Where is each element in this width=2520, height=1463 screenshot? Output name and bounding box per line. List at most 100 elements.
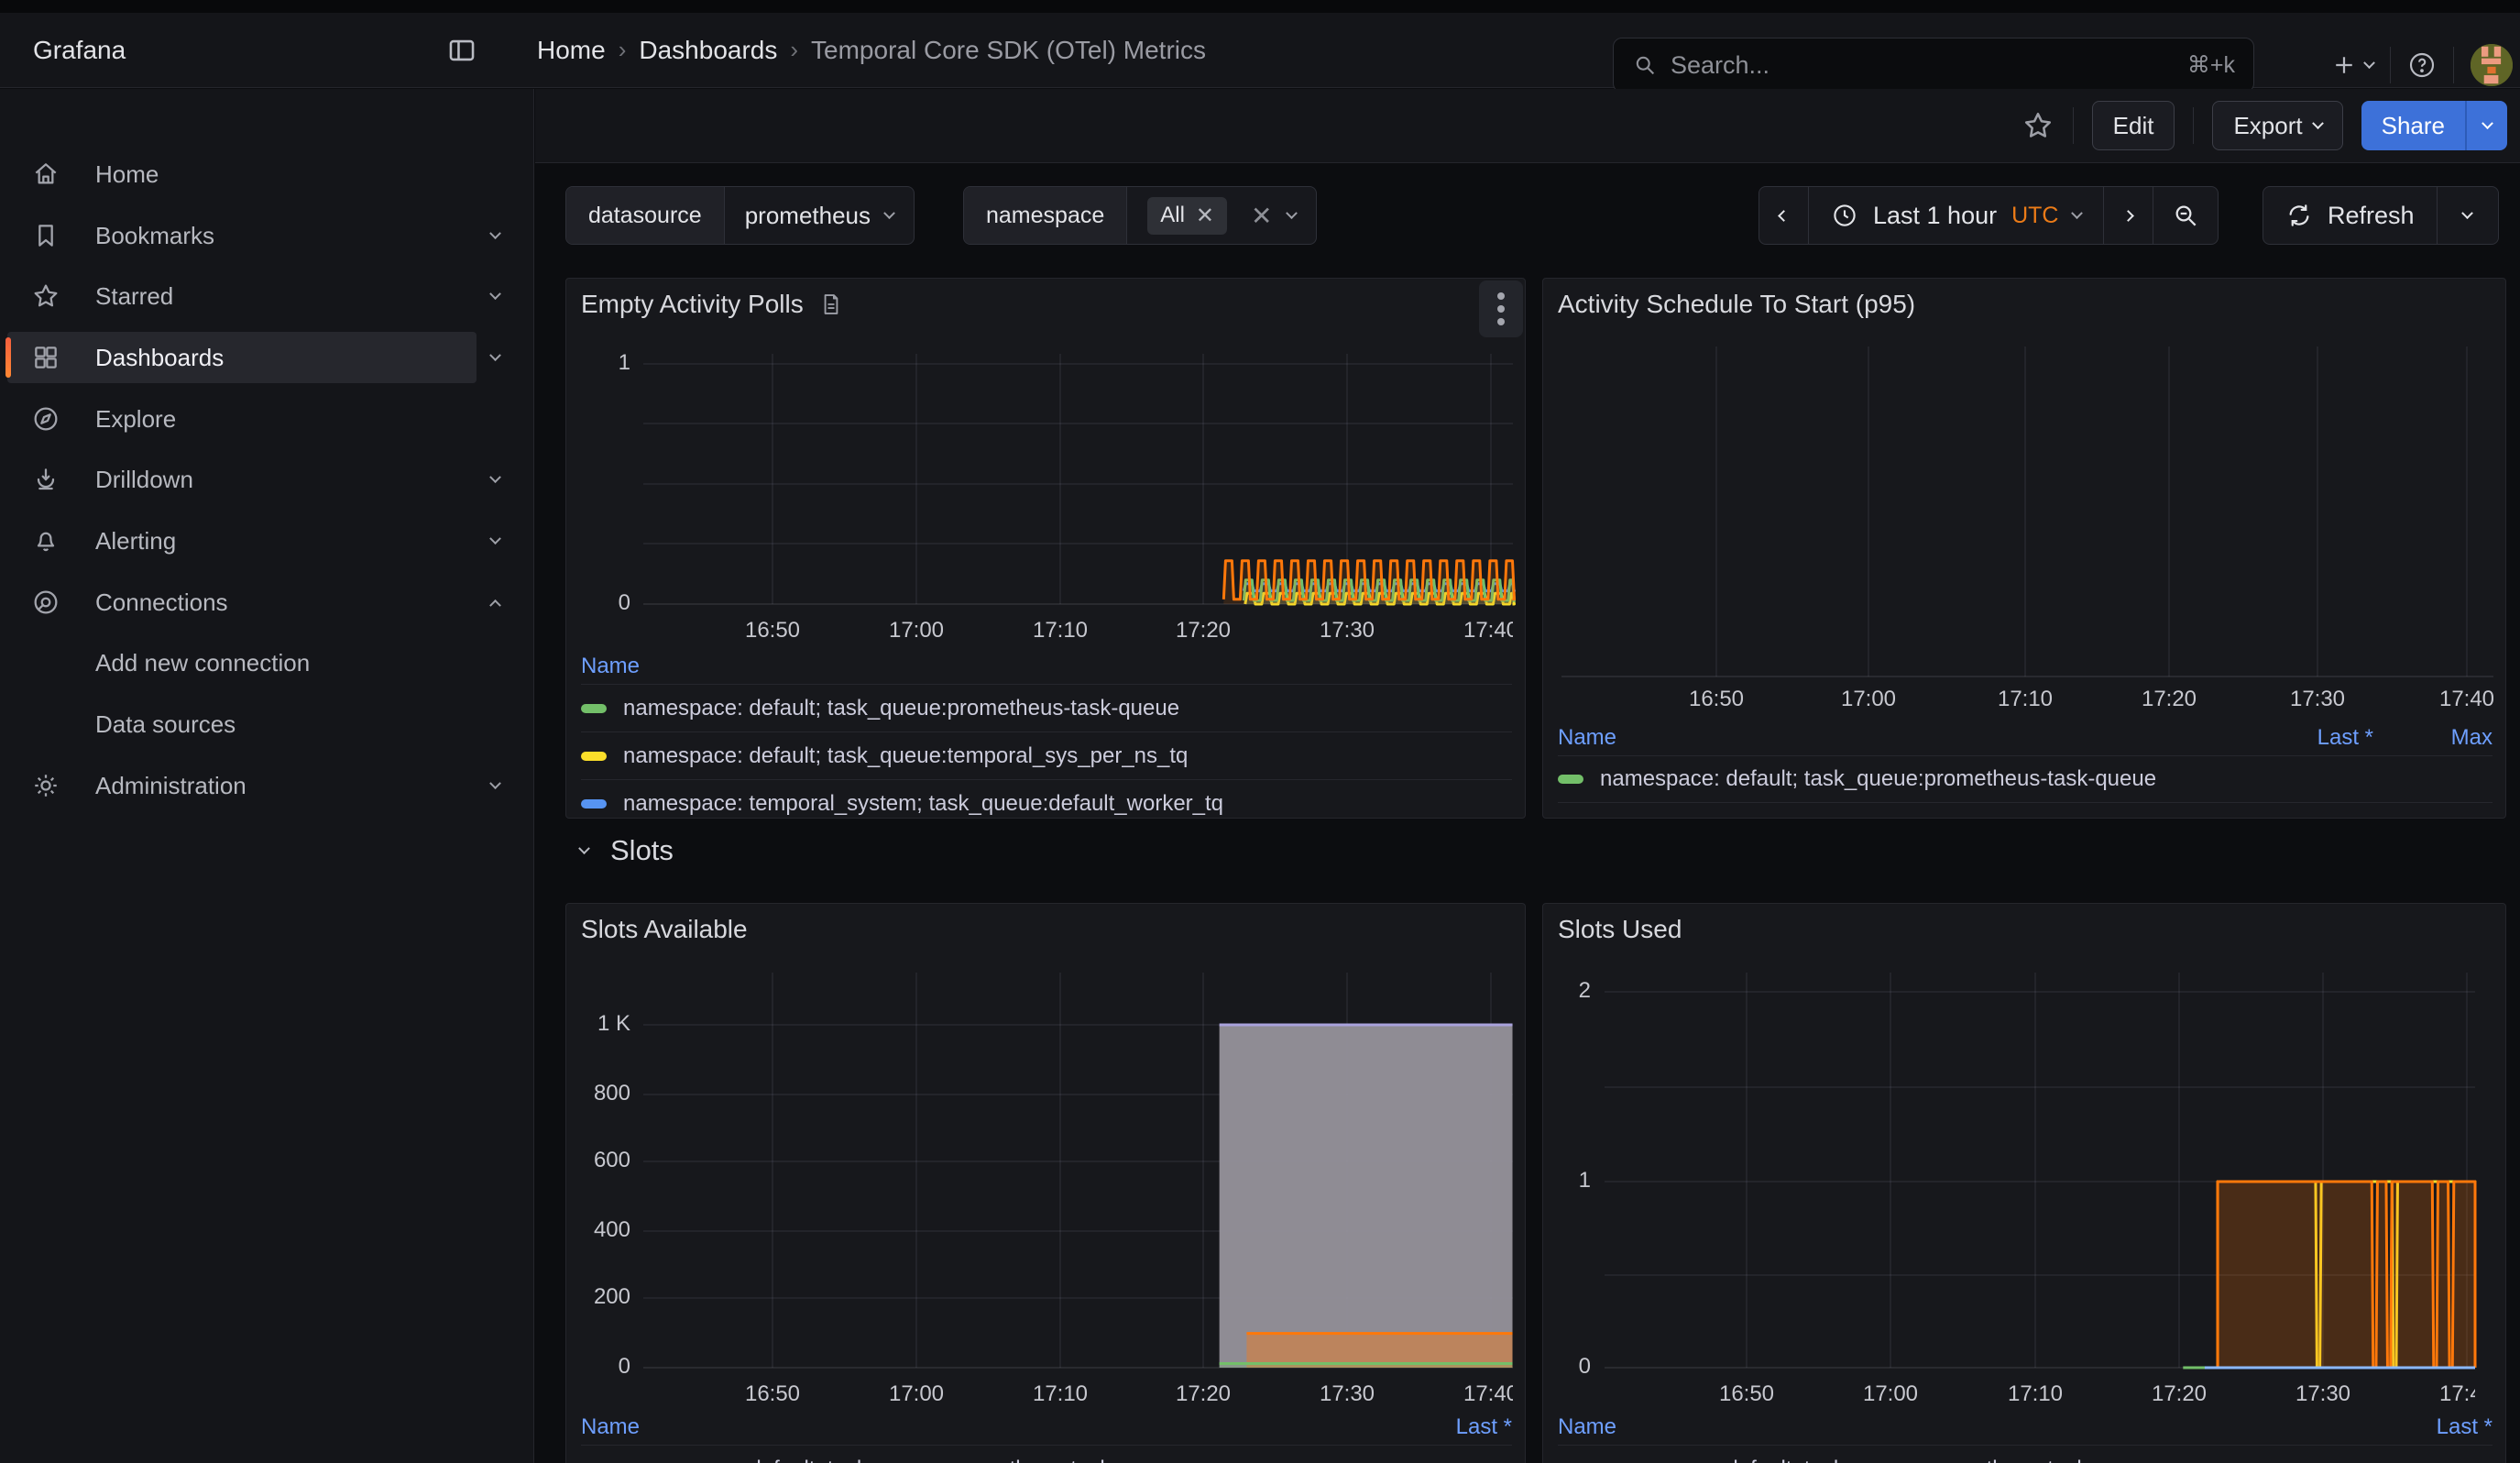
sidebar-item-label: Dashboards	[95, 344, 224, 372]
add-button[interactable]	[2330, 51, 2373, 79]
panel-empty-activity-polls: Empty Activity Polls 1 0 16:50 17:00 17:…	[565, 278, 1526, 819]
x-axis-tick: 16:50	[1719, 1381, 1774, 1407]
time-shift-back-button[interactable]	[1759, 187, 1809, 244]
chevron-up-icon[interactable]	[477, 584, 513, 621]
legend-column-last[interactable]: Last *	[1393, 1414, 1512, 1440]
gear-icon	[29, 769, 62, 802]
favorite-star-button[interactable]	[2021, 109, 2054, 142]
legend-column-last[interactable]: Last *	[2254, 725, 2373, 751]
legend-header: Name Last * Max	[1558, 720, 2493, 755]
app-name: Grafana	[33, 36, 126, 65]
row-slots[interactable]: Slots	[580, 834, 674, 867]
plus-icon	[2330, 51, 2358, 79]
sidebar-item-alerting[interactable]: Alerting	[7, 515, 477, 566]
sidebar-item-explore[interactable]: Explore	[7, 393, 477, 445]
slots-available-chart[interactable]	[566, 904, 1526, 1463]
sidebar-item-label: Bookmarks	[95, 222, 214, 250]
panel-menu-button[interactable]	[1479, 280, 1523, 337]
namespace-value: All	[1160, 203, 1185, 228]
sidebar-toggle-icon[interactable]	[446, 30, 477, 71]
search-box[interactable]: ⌘+k	[1613, 38, 2254, 93]
legend-column-last[interactable]: Last *	[2373, 1414, 2493, 1440]
sidebar-item-label: Alerting	[95, 527, 176, 556]
legend-column-name[interactable]: Name	[1558, 1414, 2373, 1440]
remove-value-icon[interactable]: ✕	[1196, 203, 1214, 229]
panel-title[interactable]: Activity Schedule To Start (p95)	[1558, 290, 1915, 319]
legend-column-name[interactable]: Name	[1558, 725, 2254, 751]
chevron-down-icon	[2482, 117, 2493, 129]
panel-slots-available: Slots Available 1 K 800 600 400 200 0 16…	[565, 903, 1526, 1463]
y-axis-tick: 400	[566, 1217, 630, 1243]
chevron-down-icon[interactable]	[477, 767, 513, 804]
panel-description-icon[interactable]	[818, 292, 844, 317]
x-axis-tick: 16:50	[745, 1381, 800, 1407]
help-icon	[2407, 50, 2437, 80]
namespace-picker[interactable]: All ✕ ✕	[1127, 187, 1315, 244]
sidebar-item-starred[interactable]: Starred	[7, 270, 477, 322]
legend-row[interactable]: namespace: default; task_queue:prometheu…	[581, 684, 1512, 732]
chevron-down-icon	[2363, 57, 2375, 69]
legend-row[interactable]: namespace: default; task_queue:prometheu…	[581, 1445, 1512, 1463]
time-shift-forward-button[interactable]	[2104, 187, 2153, 244]
namespace-label: namespace	[964, 187, 1127, 244]
legend-row[interactable]: namespace: temporal_system; task_queue:d…	[581, 779, 1512, 819]
datasource-picker[interactable]: prometheus	[725, 187, 914, 244]
legend-row[interactable]: namespace: default; task_queue:temporal_…	[581, 732, 1512, 779]
x-axis-tick: 17:00	[1841, 687, 1896, 712]
chevron-down-icon[interactable]	[477, 217, 513, 254]
sidebar-item-dashboards[interactable]: Dashboards	[7, 332, 477, 383]
legend-column-max[interactable]: Max	[2373, 725, 2493, 751]
sidebar-item-drilldown[interactable]: Drilldown	[7, 454, 477, 505]
y-axis-tick: 0	[1542, 1354, 1591, 1380]
sidebar-item-label: Explore	[95, 405, 176, 434]
panel-title[interactable]: Slots Available	[581, 915, 748, 944]
legend-column-name[interactable]: Name	[581, 1414, 1393, 1440]
chevron-down-icon[interactable]	[477, 461, 513, 498]
search-input[interactable]	[1671, 51, 2175, 80]
apps-grid-icon	[29, 341, 62, 374]
export-button[interactable]: Export	[2212, 101, 2342, 150]
dashboard-action-bar: Edit Export Share	[535, 89, 2520, 163]
series-name: namespace: default; task_queue:temporal_…	[623, 743, 1512, 769]
edit-button[interactable]: Edit	[2092, 101, 2175, 150]
sidebar-item-home[interactable]: Home	[7, 148, 477, 200]
chevron-down-icon[interactable]	[477, 339, 513, 376]
sidebar-item-connections[interactable]: Connections	[7, 577, 477, 628]
y-axis-tick: 0	[566, 1354, 630, 1380]
chevron-down-icon	[578, 842, 590, 854]
user-avatar[interactable]	[2471, 44, 2513, 86]
help-button[interactable]	[2407, 50, 2437, 80]
refresh-button[interactable]: Refresh	[2263, 187, 2438, 244]
legend-header: Name Last *	[581, 1410, 1512, 1445]
legend-row[interactable]: namespace: default; task_queue:prometheu…	[1558, 1445, 2493, 1463]
y-axis-tick: 2	[1542, 978, 1591, 1004]
legend-row[interactable]: namespace: default; task_queue:prometheu…	[1558, 755, 2493, 803]
sidebar-item-label: Data sources	[95, 710, 236, 739]
zoom-out-button[interactable]	[2153, 187, 2218, 244]
panel-title[interactable]: Slots Used	[1558, 915, 1682, 944]
time-range-picker[interactable]: Last 1 hour UTC	[1809, 187, 2104, 244]
legend-column-name[interactable]: Name	[581, 654, 1512, 679]
breadcrumb-dashboards[interactable]: Dashboards	[639, 36, 777, 65]
chevron-down-icon[interactable]	[477, 522, 513, 559]
chevron-left-icon	[1778, 210, 1790, 222]
chevron-down-icon[interactable]	[477, 278, 513, 314]
x-axis-tick: 17:40	[2439, 1381, 2475, 1407]
zoom-out-icon	[2171, 201, 2200, 230]
clear-all-icon[interactable]: ✕	[1251, 201, 1272, 231]
namespace-chip[interactable]: All ✕	[1147, 197, 1227, 235]
sidebar-item-bookmarks[interactable]: Bookmarks	[7, 210, 477, 261]
share-button[interactable]: Share	[2361, 101, 2465, 150]
x-axis: 16:50 17:00 17:10 17:20 17:30 17:40	[643, 618, 1513, 649]
sidebar-item-data-sources[interactable]: Data sources	[7, 698, 477, 750]
chevron-down-icon	[2072, 207, 2084, 219]
sidebar-item-add-new-connection[interactable]: Add new connection	[7, 637, 477, 688]
y-axis-tick: 600	[566, 1148, 630, 1173]
slots-used-chart[interactable]	[1543, 904, 2506, 1463]
share-menu-button[interactable]	[2465, 101, 2507, 150]
sidebar-item-administration[interactable]: Administration	[7, 760, 477, 811]
datasource-value: prometheus	[745, 202, 871, 230]
panel-title[interactable]: Empty Activity Polls	[581, 290, 844, 319]
breadcrumb-home[interactable]: Home	[537, 36, 606, 65]
refresh-interval-button[interactable]	[2438, 187, 2498, 244]
